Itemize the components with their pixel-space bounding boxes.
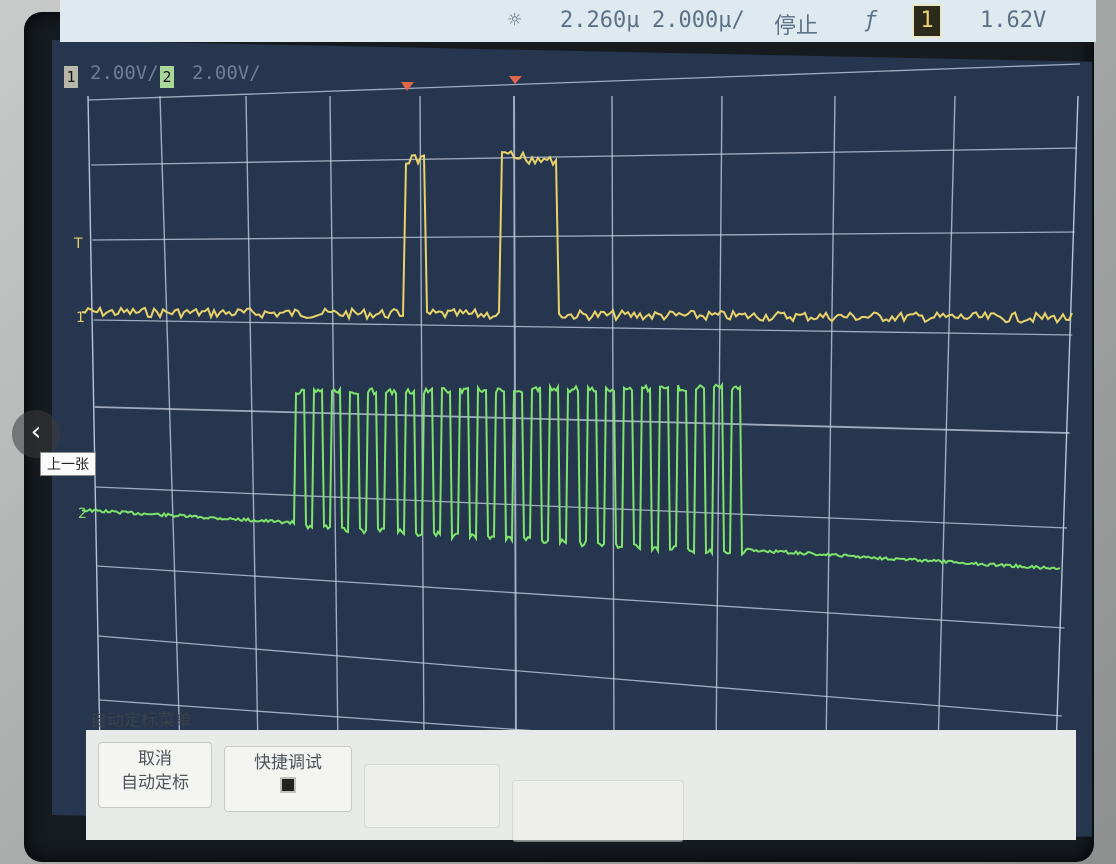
grid-line — [245, 95, 259, 751]
ch2-ground-marker: 2 — [78, 506, 87, 522]
grid-line — [94, 406, 1070, 434]
softkey-panel: 取消 自动定标 快捷调试 — [86, 730, 1076, 842]
grid-line — [1055, 95, 1079, 751]
ch1-trace — [81, 149, 1073, 325]
trigger-level-marker: T — [73, 236, 83, 252]
blank-softkey-3[interactable] — [364, 764, 500, 828]
previous-image-button[interactable]: ‹ — [12, 410, 60, 458]
grid-line — [97, 565, 1065, 629]
menu-title: 自动定标菜单 — [90, 711, 192, 731]
toggle-box-icon — [280, 777, 296, 793]
cancel-autoscale-softkey[interactable]: 取消 自动定标 — [98, 742, 212, 808]
grid-line — [87, 63, 1081, 101]
grid-line — [825, 95, 836, 751]
grid-line — [95, 486, 1068, 529]
quick-debug-softkey[interactable]: 快捷调试 — [224, 746, 352, 812]
grid-line — [937, 95, 956, 751]
trigger-delay-marker — [401, 82, 414, 91]
previous-image-tooltip: 上一张 — [40, 452, 96, 476]
grid-line — [98, 635, 1062, 717]
quick-debug-label: 快捷调试 — [254, 753, 322, 773]
cancel-softkey-line1: 取消 — [138, 749, 172, 769]
grid-line — [87, 95, 101, 751]
trigger-time-marker — [509, 76, 522, 84]
grid-line — [91, 147, 1078, 166]
chevron-left-icon: ‹ — [30, 417, 42, 447]
grid-line — [159, 95, 181, 751]
cancel-softkey-line2: 自动定标 — [121, 773, 189, 793]
blank-softkey-4[interactable] — [512, 780, 684, 842]
graticule — [87, 63, 1081, 769]
grid-line — [92, 231, 1075, 241]
ch2-trace — [81, 381, 1061, 571]
